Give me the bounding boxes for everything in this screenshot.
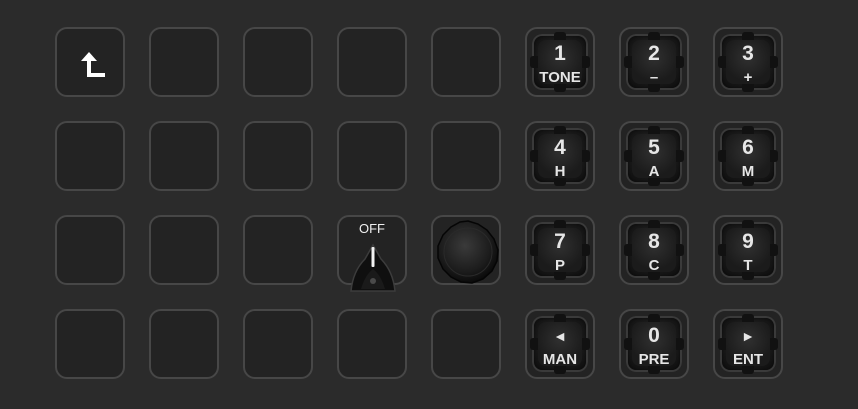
empty-button[interactable]: [149, 27, 219, 97]
back-button[interactable]: [55, 27, 125, 97]
empty-button[interactable]: [243, 309, 313, 379]
empty-button[interactable]: [431, 309, 501, 379]
key-face: ◄ MAN: [530, 314, 590, 374]
key-main-label: 9: [742, 230, 754, 253]
key-face: 4 H: [530, 126, 590, 186]
key-face: 2 –: [624, 32, 684, 92]
empty-button[interactable]: [337, 27, 407, 97]
key-main-label: 3: [742, 42, 754, 65]
empty-button[interactable]: [431, 121, 501, 191]
knob-state-label: OFF: [359, 221, 385, 236]
empty-button[interactable]: [149, 215, 219, 285]
key-main-label: 2: [648, 42, 660, 65]
key-sub-label: A: [648, 163, 660, 180]
empty-button[interactable]: [431, 27, 501, 97]
stream-deck-grid: 1 TONE 2 – 3 + 4 H 5 A 6 M OFF 7 P 8 C 9…: [0, 0, 858, 409]
right-arrow-icon: ►: [741, 328, 755, 344]
keypad-button-6[interactable]: 6 M: [713, 121, 783, 191]
key-face: 1 TONE: [530, 32, 590, 92]
key-face: ► ENT: [718, 314, 778, 374]
empty-button[interactable]: [55, 215, 125, 285]
key-face: 7 P: [530, 220, 590, 280]
key-sub-label: MAN: [542, 351, 578, 368]
keypad-button-8[interactable]: 8 C: [619, 215, 689, 285]
key-face: 3 +: [718, 32, 778, 92]
key-main-label: 1: [554, 42, 566, 65]
key-sub-label: M: [741, 163, 755, 180]
empty-button[interactable]: [337, 121, 407, 191]
empty-button[interactable]: [243, 121, 313, 191]
empty-button[interactable]: [149, 121, 219, 191]
key-sub-label: H: [554, 163, 566, 180]
key-face: 5 A: [624, 126, 684, 186]
key-main-label: 8: [648, 230, 660, 253]
key-sub-label: ENT: [733, 351, 763, 368]
key-sub-label: C: [648, 257, 660, 274]
rotary-dial-button[interactable]: [431, 215, 501, 285]
key-face: 6 M: [718, 126, 778, 186]
key-face: 9 T: [718, 220, 778, 280]
keypad-button-1[interactable]: 1 TONE: [525, 27, 595, 97]
keypad-button-3[interactable]: 3 +: [713, 27, 783, 97]
rotary-knob-icon: [350, 243, 396, 292]
keypad-button-0[interactable]: 0 PRE: [619, 309, 689, 379]
key-main-label: 6: [742, 136, 754, 159]
left-arrow-icon: ◄: [553, 328, 567, 344]
keypad-button-5[interactable]: 5 A: [619, 121, 689, 191]
keypad-button-ent[interactable]: ► ENT: [713, 309, 783, 379]
key-main-label: 5: [648, 136, 660, 159]
key-sub-label: –: [649, 69, 659, 86]
key-face: 8 C: [624, 220, 684, 280]
key-face: 0 PRE: [624, 314, 684, 374]
keypad-button-4[interactable]: 4 H: [525, 121, 595, 191]
key-sub-label: PRE: [638, 351, 670, 368]
key-main-label: 7: [554, 230, 566, 253]
key-sub-label: T: [743, 257, 753, 274]
arrow-up-left-icon: [81, 52, 105, 77]
empty-button[interactable]: [337, 309, 407, 379]
key-main-label: 0: [648, 324, 660, 347]
keypad-button-2[interactable]: 2 –: [619, 27, 689, 97]
keypad-button-9[interactable]: 9 T: [713, 215, 783, 285]
empty-button[interactable]: [149, 309, 219, 379]
keypad-button-man[interactable]: ◄ MAN: [525, 309, 595, 379]
power-knob-button[interactable]: OFF: [337, 215, 407, 292]
key-sub-label: TONE: [539, 69, 581, 86]
empty-button[interactable]: [243, 27, 313, 97]
key-main-label: 4: [554, 136, 566, 159]
empty-button[interactable]: [55, 121, 125, 191]
keypad-button-7[interactable]: 7 P: [525, 215, 595, 285]
key-sub-label: P: [554, 257, 565, 274]
empty-button[interactable]: [243, 215, 313, 285]
empty-button[interactable]: [55, 309, 125, 379]
rotary-dial-icon: [437, 220, 499, 284]
key-sub-label: +: [743, 69, 753, 86]
